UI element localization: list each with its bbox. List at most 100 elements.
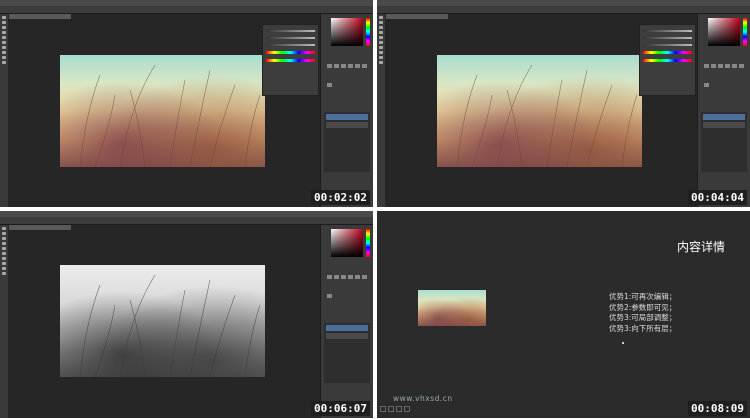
document-tab[interactable] bbox=[9, 225, 71, 230]
lightness-slider[interactable] bbox=[643, 44, 692, 46]
tool-icon[interactable] bbox=[2, 237, 6, 240]
tool-icon[interactable] bbox=[2, 41, 6, 44]
adjustment-icon[interactable] bbox=[725, 64, 730, 68]
adjustment-icon[interactable] bbox=[327, 83, 332, 87]
canvas-image[interactable] bbox=[60, 55, 265, 167]
color-picker[interactable] bbox=[708, 18, 740, 46]
adjustment-icon[interactable] bbox=[348, 275, 353, 279]
tool-icon[interactable] bbox=[2, 247, 6, 250]
adjustment-icon[interactable] bbox=[327, 294, 332, 298]
tool-icon[interactable] bbox=[2, 272, 6, 275]
next-icon[interactable] bbox=[404, 406, 410, 412]
tool-icon[interactable] bbox=[2, 56, 6, 59]
tool-icon[interactable] bbox=[379, 36, 383, 39]
adjustment-icon[interactable] bbox=[711, 64, 716, 68]
tool-icon[interactable] bbox=[379, 16, 383, 19]
tool-icon[interactable] bbox=[2, 46, 6, 49]
properties-panel[interactable] bbox=[639, 24, 696, 96]
layer-row[interactable] bbox=[326, 325, 368, 331]
adjustment-icon[interactable] bbox=[327, 275, 332, 279]
advantage-item: 优势2:参数即可见； bbox=[609, 302, 677, 312]
adjustment-icon[interactable] bbox=[718, 64, 723, 68]
saturation-slider[interactable] bbox=[266, 37, 315, 39]
tool-icon[interactable] bbox=[2, 26, 6, 29]
advantage-item: 优势1:可再次编辑； bbox=[609, 292, 677, 301]
document-tab[interactable] bbox=[9, 14, 71, 19]
frame-3: 00:06:07 bbox=[0, 211, 373, 418]
layer-row[interactable] bbox=[326, 333, 368, 339]
adjustment-icon[interactable] bbox=[327, 64, 332, 68]
layer-row[interactable] bbox=[703, 122, 745, 128]
grass-illustration bbox=[79, 274, 261, 377]
tool-icon[interactable] bbox=[2, 252, 6, 255]
tool-icon[interactable] bbox=[2, 51, 6, 54]
hue-slider[interactable] bbox=[366, 18, 370, 46]
slide-controls[interactable] bbox=[380, 397, 412, 416]
frame-1: 00:02:02 bbox=[0, 0, 373, 207]
hue-spectrum-bar bbox=[643, 59, 692, 62]
adjustment-icon[interactable] bbox=[732, 64, 737, 68]
hue-slider[interactable] bbox=[366, 229, 370, 257]
adjustment-icon[interactable] bbox=[355, 64, 360, 68]
adjustments-panel bbox=[326, 54, 370, 87]
mouse-cursor bbox=[622, 342, 624, 344]
adjustment-icon[interactable] bbox=[704, 64, 709, 68]
properties-panel[interactable] bbox=[262, 24, 319, 96]
tool-icon[interactable] bbox=[2, 21, 6, 24]
hue-slider[interactable] bbox=[643, 30, 692, 32]
tool-icon[interactable] bbox=[2, 262, 6, 265]
tool-icon[interactable] bbox=[379, 31, 383, 34]
adjustment-icon[interactable] bbox=[341, 64, 346, 68]
adjustment-icon[interactable] bbox=[704, 83, 709, 87]
layer-row[interactable] bbox=[703, 114, 745, 120]
tool-icon[interactable] bbox=[2, 267, 6, 270]
video-thumbnail-grid: 00:02:02 00:04:04 00:06:07 内容详情 优势1:可再次编… bbox=[0, 0, 750, 419]
adjustment-icon[interactable] bbox=[739, 64, 744, 68]
tool-icon[interactable] bbox=[379, 56, 383, 59]
tool-icon[interactable] bbox=[2, 257, 6, 260]
color-picker[interactable] bbox=[331, 18, 363, 46]
color-picker[interactable] bbox=[331, 229, 363, 257]
tool-icon[interactable] bbox=[2, 242, 6, 245]
tool-icon[interactable] bbox=[379, 41, 383, 44]
layer-row[interactable] bbox=[326, 122, 368, 128]
frame-4-slide: 内容详情 优势1:可再次编辑； 优势2:参数即可见； 优势3:可局部调整； 优势… bbox=[377, 211, 750, 418]
tool-icon[interactable] bbox=[2, 227, 6, 230]
pen-icon[interactable] bbox=[388, 406, 394, 412]
tool-icon[interactable] bbox=[2, 61, 6, 64]
adjustment-icon[interactable] bbox=[341, 275, 346, 279]
tool-icon[interactable] bbox=[2, 232, 6, 235]
tool-icon[interactable] bbox=[379, 26, 383, 29]
tools-panel bbox=[0, 14, 8, 207]
right-panels bbox=[697, 14, 750, 207]
tool-icon[interactable] bbox=[2, 36, 6, 39]
hue-slider[interactable] bbox=[743, 18, 747, 46]
adjustment-icon[interactable] bbox=[334, 275, 339, 279]
adjustment-icon[interactable] bbox=[362, 64, 367, 68]
canvas-image[interactable] bbox=[60, 265, 265, 377]
layer-row[interactable] bbox=[326, 114, 368, 120]
options-bar[interactable] bbox=[0, 6, 373, 14]
canvas-image[interactable] bbox=[437, 55, 642, 167]
adjustment-icon[interactable] bbox=[348, 64, 353, 68]
slide-title: 内容详情 bbox=[676, 240, 725, 254]
tool-icon[interactable] bbox=[2, 16, 6, 19]
layers-panel bbox=[324, 112, 370, 172]
options-bar[interactable] bbox=[0, 217, 373, 225]
hue-slider[interactable] bbox=[266, 30, 315, 32]
tool-icon[interactable] bbox=[379, 51, 383, 54]
options-bar[interactable] bbox=[377, 6, 750, 14]
timestamp: 00:04:04 bbox=[688, 190, 747, 205]
adjustment-icon[interactable] bbox=[355, 275, 360, 279]
adjustment-icon[interactable] bbox=[362, 275, 367, 279]
lightness-slider[interactable] bbox=[266, 44, 315, 46]
tool-icon[interactable] bbox=[379, 46, 383, 49]
document-tab[interactable] bbox=[386, 14, 448, 19]
saturation-slider[interactable] bbox=[643, 37, 692, 39]
adjustment-icon[interactable] bbox=[334, 64, 339, 68]
tool-icon[interactable] bbox=[379, 61, 383, 64]
tool-icon[interactable] bbox=[379, 21, 383, 24]
menu-icon[interactable] bbox=[396, 406, 402, 412]
prev-icon[interactable] bbox=[380, 406, 386, 412]
tool-icon[interactable] bbox=[2, 31, 6, 34]
